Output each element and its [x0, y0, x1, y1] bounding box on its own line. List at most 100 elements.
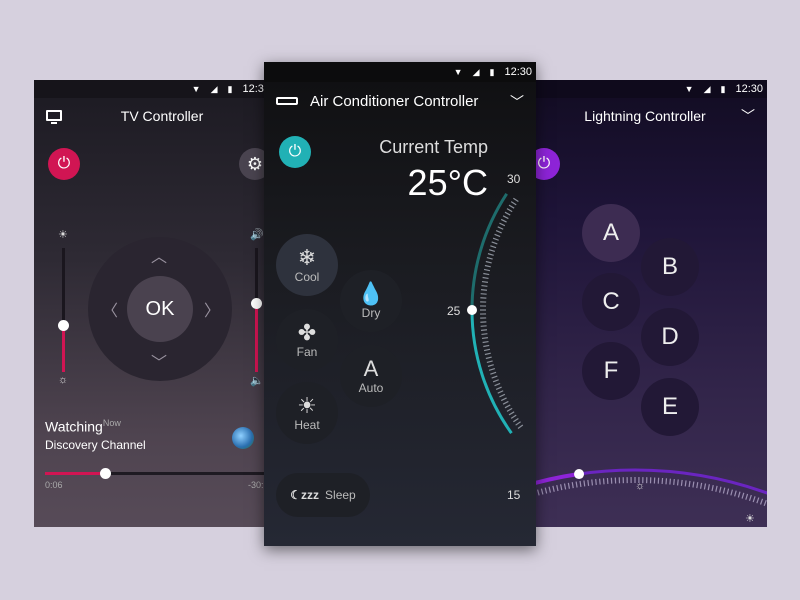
dial-min-label: 15: [507, 488, 521, 502]
dial-tick: [480, 329, 488, 331]
brightness-dial[interactable]: [520, 80, 767, 527]
dial-tick: [730, 489, 733, 496]
playback-progress[interactable]: [45, 468, 274, 479]
dial-tick: [488, 367, 496, 371]
dial-tick: [484, 264, 491, 268]
dial-tick: [752, 496, 756, 503]
progress-fill: [45, 472, 105, 475]
dial-mid-label: 25: [447, 304, 461, 318]
power-button[interactable]: ⏻: [48, 148, 80, 180]
dial-tick: [571, 482, 574, 489]
dial-tick: [485, 356, 492, 360]
dial-tick: [492, 237, 499, 241]
dial-tick: [490, 245, 497, 249]
dial-tick: [487, 364, 494, 367]
mute-icon: 🔈: [250, 375, 264, 387]
dial-tick: [737, 491, 741, 498]
brightness-low-icon: ☼: [58, 374, 69, 386]
ok-button[interactable]: OK: [127, 276, 193, 342]
progress-knob[interactable]: [99, 468, 111, 479]
dial-tick: [486, 256, 493, 260]
dial-tick: [722, 487, 726, 494]
dial-tick: [598, 478, 601, 485]
dial-tick: [495, 386, 502, 390]
dial-tick: [513, 418, 519, 423]
dial-tick: [494, 382, 501, 387]
status-bar: ▼ ◢ ▮ 12:30: [34, 80, 274, 98]
dial-tick: [692, 481, 695, 488]
volume-slider[interactable]: [251, 248, 262, 372]
dial-tick: [497, 226, 504, 230]
dial-tick: [482, 340, 489, 344]
brightness-high-icon: ☀: [745, 513, 755, 525]
dial-tick: [745, 493, 749, 500]
brightness-fill: [62, 326, 65, 372]
dial-tick: [500, 218, 507, 223]
brightness-low-icon: ☼: [635, 480, 646, 492]
dial-tick: [491, 241, 498, 245]
right-arrow-button[interactable]: 〉: [204, 297, 220, 321]
dial-tick: [595, 478, 597, 486]
dial-tick: [669, 478, 672, 485]
dial-tick: [540, 488, 544, 495]
dial-tick: [504, 404, 511, 409]
dial-tick: [504, 211, 511, 216]
brightness-slider[interactable]: [58, 248, 69, 372]
dial-tick: [483, 348, 491, 352]
wifi-icon: ▼: [191, 84, 201, 94]
dial-tick: [748, 494, 752, 501]
dial-tick: [491, 375, 498, 379]
volume-knob[interactable]: [251, 297, 262, 309]
dial-tick: [734, 490, 737, 497]
dial-tick: [517, 424, 524, 430]
up-arrow-button[interactable]: ︿: [151, 243, 167, 267]
dial-tick: [510, 414, 517, 419]
dial-tick: [567, 482, 571, 489]
tv-controller-panel: ▼ ◢ ▮ 12:30 TV Controller ⏻ ⚙ ☀ ☼ 🔊 🔈 ︿ …: [34, 80, 274, 527]
page-title: TV Controller: [120, 108, 204, 124]
dial-tick: [703, 483, 707, 490]
dial-tick: [537, 489, 540, 496]
channel-logo: [232, 427, 254, 449]
signal-icon: ◢: [210, 83, 218, 94]
dial-tick: [544, 487, 548, 494]
dial-tick: [699, 482, 703, 489]
dial-tick: [587, 479, 590, 486]
now-badge: Now: [102, 418, 121, 428]
dial-tick: [506, 208, 513, 213]
dial-tick: [490, 371, 497, 375]
left-arrow-button[interactable]: 〈: [102, 297, 118, 321]
down-arrow-button[interactable]: ﹀: [151, 349, 167, 373]
dial-tick: [481, 284, 488, 287]
dial-tick: [548, 486, 552, 493]
dial-tick: [499, 393, 506, 398]
dial-tick: [715, 485, 718, 492]
brightness-knob[interactable]: [58, 320, 69, 332]
dial-tick: [718, 486, 722, 493]
dial-tick: [480, 289, 488, 291]
dial-tick: [579, 480, 582, 487]
battery-icon: ▮: [227, 83, 233, 94]
dial-tick: [502, 400, 509, 405]
lighting-controller-panel: ▼ ◢ ▮ 12:30 Lightning Controller ﹀ ⏻ A B…: [520, 80, 767, 527]
dial-tick: [492, 379, 499, 383]
dial-tick: [575, 481, 578, 488]
dial-tick: [499, 222, 506, 227]
dial-tick: [673, 478, 675, 486]
dial-tick: [726, 488, 730, 495]
dial-tick: [481, 280, 489, 283]
dial-tick: [741, 492, 745, 499]
dial-tick: [485, 260, 492, 264]
brightness-high-icon: ☀: [58, 229, 68, 241]
dial-tick: [552, 485, 555, 492]
temperature-dial[interactable]: [264, 62, 536, 546]
dial-tick: [680, 479, 683, 486]
dial-tick: [502, 215, 509, 220]
dial-tick: [494, 233, 501, 238]
power-icon: ⏻: [57, 155, 71, 172]
temperature-knob: [467, 305, 477, 315]
dial-tick: [676, 479, 679, 486]
dial-tick: [483, 344, 490, 348]
dial-tick: [508, 204, 515, 209]
dial-tick: [486, 360, 493, 364]
